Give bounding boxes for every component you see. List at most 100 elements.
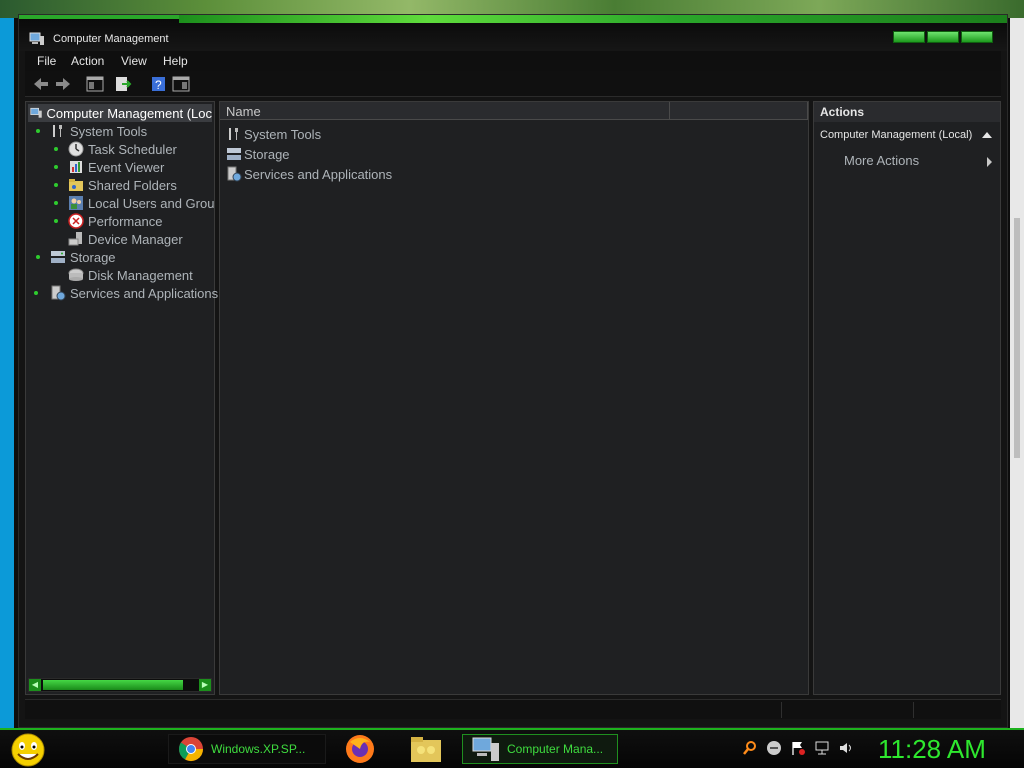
- tree-item-label: System Tools: [70, 123, 148, 139]
- services-icon: [51, 285, 66, 301]
- column-header-name[interactable]: Name: [220, 102, 670, 120]
- actions-section-label: Computer Management (Local): [820, 129, 973, 141]
- taskbar-button-label: Computer Mana...: [507, 742, 604, 756]
- tree-horizontal-scrollbar[interactable]: ◀ ▶: [28, 678, 212, 692]
- action-center-flag-icon[interactable]: [790, 740, 806, 756]
- tree-item-device-manager[interactable]: Device Manager: [54, 230, 183, 248]
- menu-help[interactable]: Help: [163, 54, 188, 68]
- column-header-blank[interactable]: [670, 102, 808, 120]
- scrollbar-thumb[interactable]: [43, 680, 183, 690]
- tree-item-label: Shared Folders: [88, 177, 177, 193]
- close-button[interactable]: [961, 31, 993, 43]
- status-bar: [25, 699, 1001, 719]
- bullet-dot-icon: [54, 219, 58, 223]
- list-item-label: Storage: [244, 146, 290, 162]
- expand-dot-icon[interactable]: [34, 291, 38, 295]
- help-icon[interactable]: ?: [149, 75, 169, 93]
- results-list-pane: Name System Tools Storage Services and A…: [219, 101, 809, 695]
- tools-icon: [229, 128, 238, 140]
- maximize-button[interactable]: [927, 31, 959, 43]
- desktop-left-edge: [0, 18, 14, 728]
- tree-item-performance[interactable]: Performance: [54, 212, 162, 230]
- firefox-icon[interactable]: [342, 732, 378, 766]
- storage-icon: [51, 251, 65, 263]
- storage-icon: [227, 148, 241, 160]
- disk-icon: [68, 268, 84, 281]
- bullet-dot-icon: [54, 183, 58, 187]
- tree-item-label: Local Users and Grou: [88, 195, 215, 211]
- tree-item-label: Services and Applications: [70, 285, 219, 301]
- tree-item-system-tools[interactable]: System Tools: [36, 122, 147, 140]
- window-title: Computer Management: [53, 33, 169, 45]
- folder-users-icon[interactable]: [408, 732, 444, 766]
- scroll-right-icon[interactable]: ▶: [199, 679, 211, 691]
- list-item-services-and-applications[interactable]: Services and Applications: [226, 164, 392, 184]
- tree-item-label: Disk Management: [88, 267, 193, 283]
- clock-icon: [68, 141, 84, 157]
- system-tray: [742, 740, 854, 756]
- volume-icon[interactable]: [838, 740, 854, 756]
- taskbar-button-chrome[interactable]: Windows.XP.SP...: [168, 734, 326, 764]
- tree-item-disk-management[interactable]: Disk Management: [54, 266, 193, 284]
- network-icon[interactable]: [814, 740, 830, 756]
- tree-item-label: Event Viewer: [88, 159, 165, 175]
- tree-item-label: Task Scheduler: [88, 141, 177, 157]
- tree-root-label: Computer Management (Loc: [46, 105, 212, 121]
- tree-item-local-users-and-groups[interactable]: Local Users and Grou: [54, 194, 214, 212]
- forward-arrow-icon[interactable]: [53, 75, 73, 93]
- users-icon: [69, 196, 83, 210]
- bullet-dot-icon: [54, 147, 58, 151]
- list-item-label: System Tools: [244, 126, 322, 142]
- tree-item-label: Storage: [70, 249, 116, 265]
- svg-text:?: ?: [155, 78, 162, 92]
- taskbar-button-label: Windows.XP.SP...: [211, 742, 306, 756]
- menu-action[interactable]: Action: [71, 54, 104, 68]
- tree-item-task-scheduler[interactable]: Task Scheduler: [54, 140, 177, 158]
- more-actions-item[interactable]: More Actions: [844, 150, 994, 170]
- more-actions-label: More Actions: [844, 153, 920, 168]
- expand-dot-icon[interactable]: [36, 255, 40, 259]
- shared-folders-icon: [69, 179, 83, 191]
- taskbar-button-computer-management[interactable]: Computer Mana...: [462, 734, 618, 764]
- list-item-system-tools[interactable]: System Tools: [226, 124, 321, 144]
- tree-item-storage[interactable]: Storage: [36, 248, 116, 266]
- menu-file[interactable]: File: [37, 54, 56, 68]
- show-hide-console-tree-icon[interactable]: [85, 75, 105, 93]
- tree-item-event-viewer[interactable]: Event Viewer: [54, 158, 164, 176]
- toolbar: ?: [25, 71, 1001, 97]
- messenger-icon[interactable]: [766, 740, 782, 756]
- chrome-icon: [179, 737, 203, 762]
- taskbar: Windows.XP.SP... Computer Mana... 11:28 …: [0, 728, 1024, 768]
- background-window-scrollbar[interactable]: [1010, 18, 1024, 728]
- minimize-button[interactable]: [893, 31, 925, 43]
- submenu-arrow-icon: [987, 157, 992, 167]
- computer-management-icon: [472, 737, 499, 761]
- tree-item-services-and-applications[interactable]: Services and Applications: [32, 284, 218, 302]
- menu-bar: File Action View Help: [25, 51, 1001, 71]
- list-item-storage[interactable]: Storage: [226, 144, 290, 164]
- search-icon[interactable]: [742, 740, 758, 756]
- scroll-left-icon[interactable]: ◀: [29, 679, 41, 691]
- services-icon: [227, 166, 242, 182]
- computer-management-icon: [30, 107, 42, 118]
- bullet-dot-icon: [54, 201, 58, 205]
- menu-view[interactable]: View: [121, 54, 147, 68]
- computer-management-window: Computer Management File Action View Hel…: [18, 14, 1008, 728]
- actions-section-header[interactable]: Computer Management (Local): [814, 126, 1000, 146]
- show-hide-action-pane-icon[interactable]: [171, 75, 191, 93]
- export-list-icon[interactable]: [113, 75, 133, 93]
- taskbar-clock[interactable]: 11:28 AM: [878, 734, 986, 765]
- collapse-up-icon[interactable]: [982, 132, 992, 138]
- start-button-smiley-icon[interactable]: [8, 732, 48, 768]
- tree-item-shared-folders[interactable]: Shared Folders: [54, 176, 177, 194]
- title-bar[interactable]: Computer Management: [19, 15, 1007, 51]
- computer-management-icon: [29, 32, 44, 45]
- actions-title: Actions: [814, 102, 1000, 122]
- actions-pane: Actions Computer Management (Local) More…: [813, 101, 1001, 695]
- console-tree-pane[interactable]: Computer Management (Loc System Tools Ta…: [25, 101, 218, 695]
- event-viewer-icon: [70, 161, 82, 173]
- back-arrow-icon[interactable]: [31, 75, 51, 93]
- tree-root-computer-management[interactable]: Computer Management (Loc: [28, 104, 212, 122]
- list-item-label: Services and Applications: [244, 166, 393, 182]
- expand-dot-icon[interactable]: [36, 129, 40, 133]
